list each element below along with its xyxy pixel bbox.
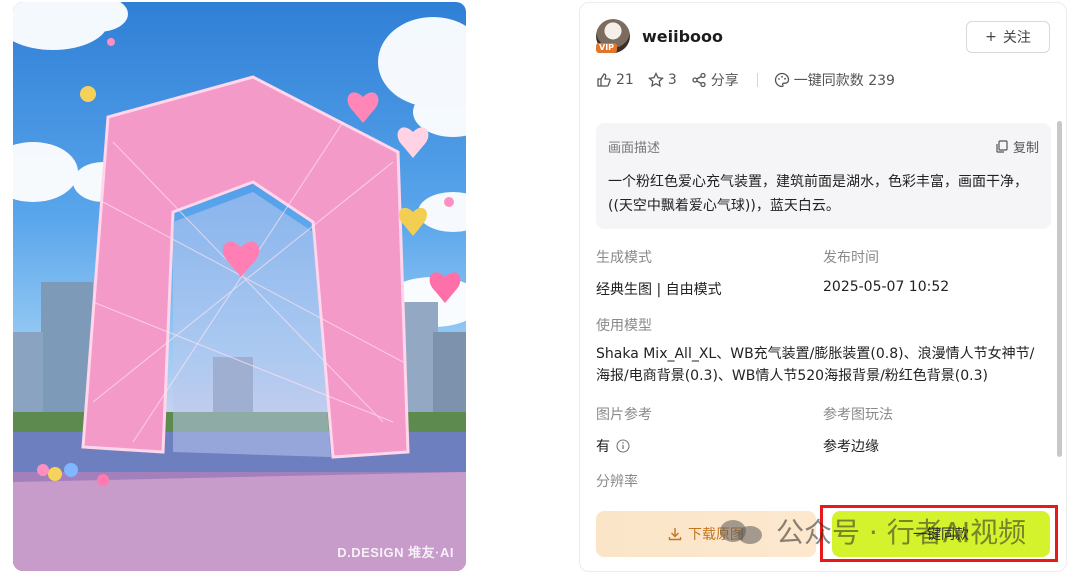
- reference-play-value: 参考边缘: [823, 439, 879, 455]
- follow-button[interactable]: + 关注: [966, 21, 1050, 53]
- share-button[interactable]: 分享: [691, 70, 739, 90]
- download-icon: [668, 528, 682, 541]
- image-reference-row: 有: [596, 436, 652, 456]
- download-original-button[interactable]: 下载原图: [596, 511, 816, 557]
- model-field: 使用模型 Shaka Mix_All_XL、WB充气装置/膨胀装置(0.8)、浪…: [596, 315, 1046, 387]
- artwork-watermark: D.DESIGN 堆友·AI: [337, 545, 454, 560]
- follow-label: 关注: [1002, 30, 1031, 46]
- model-label: 使用模型: [596, 318, 652, 334]
- image-reference-value: 有: [596, 439, 610, 455]
- resolution-field: 分辨率: [596, 471, 638, 491]
- copy-icon: [996, 140, 1008, 153]
- image-reference-label: 图片参考: [596, 407, 652, 423]
- plus-icon: +: [985, 29, 997, 45]
- description-text: 一个粉红色爱心充气装置，建筑前面是湖水，色彩丰富，画面干净，((天空中飘着爱心气…: [608, 174, 1028, 214]
- palette-icon: [774, 72, 789, 88]
- stats-row: 21 3 分享 一键同款数 239: [596, 69, 909, 91]
- generation-mode-label: 生成模式: [596, 250, 652, 266]
- highlight-box: [820, 505, 1058, 562]
- publish-time-label: 发布时间: [823, 250, 879, 266]
- copy-button[interactable]: 复制: [996, 137, 1039, 156]
- thumbs-up-icon: [597, 73, 611, 87]
- like-stat[interactable]: 21: [596, 72, 634, 88]
- like-count: 21: [616, 72, 634, 88]
- publish-time-field: 发布时间 2025-05-07 10:52: [823, 247, 949, 295]
- reference-play-label: 参考图玩法: [823, 407, 893, 423]
- copy-label: 复制: [1012, 141, 1039, 156]
- scrollbar[interactable]: [1057, 121, 1062, 457]
- prompt-description: 画面描述 复制 一个粉红色爱心充气装置，建筑前面是湖水，色彩丰富，画面干净，((…: [596, 123, 1051, 229]
- publish-time-value: 2025-05-07 10:52: [823, 279, 950, 295]
- detail-panel: VIP weiibooo + 关注 21 3 分享 一键同款数 239 画面描述…: [579, 2, 1067, 572]
- favorite-count: 3: [667, 72, 677, 88]
- favorite-stat[interactable]: 3: [647, 72, 677, 88]
- vip-badge: VIP: [596, 43, 618, 53]
- inflatable-heart-arch-image: [13, 2, 466, 571]
- download-label: 下载原图: [688, 527, 744, 543]
- model-value: Shaka Mix_All_XL、WB充气装置/膨胀装置(0.8)、浪漫情人节女…: [596, 346, 1035, 384]
- divider: [756, 73, 758, 87]
- info-icon[interactable]: [616, 439, 630, 453]
- resolution-label: 分辨率: [596, 474, 638, 490]
- same-style-count: 一键同款数 239: [793, 73, 895, 89]
- reference-play-field: 参考图玩法 参考边缘: [823, 404, 893, 456]
- author-row: VIP weiibooo + 关注: [596, 17, 1050, 57]
- star-icon: [647, 72, 664, 88]
- image-reference-field: 图片参考 有: [596, 404, 652, 456]
- same-style-stat: 一键同款数 239: [774, 70, 895, 90]
- share-icon: [692, 72, 706, 88]
- generation-mode-field: 生成模式 经典生图 | 自由模式: [596, 247, 722, 299]
- author-name[interactable]: weiibooo: [642, 27, 723, 46]
- share-label: 分享: [710, 73, 739, 89]
- generated-artwork[interactable]: D.DESIGN 堆友·AI: [13, 2, 466, 571]
- generation-mode-value: 经典生图 | 自由模式: [596, 282, 722, 298]
- description-title: 画面描述: [608, 141, 661, 156]
